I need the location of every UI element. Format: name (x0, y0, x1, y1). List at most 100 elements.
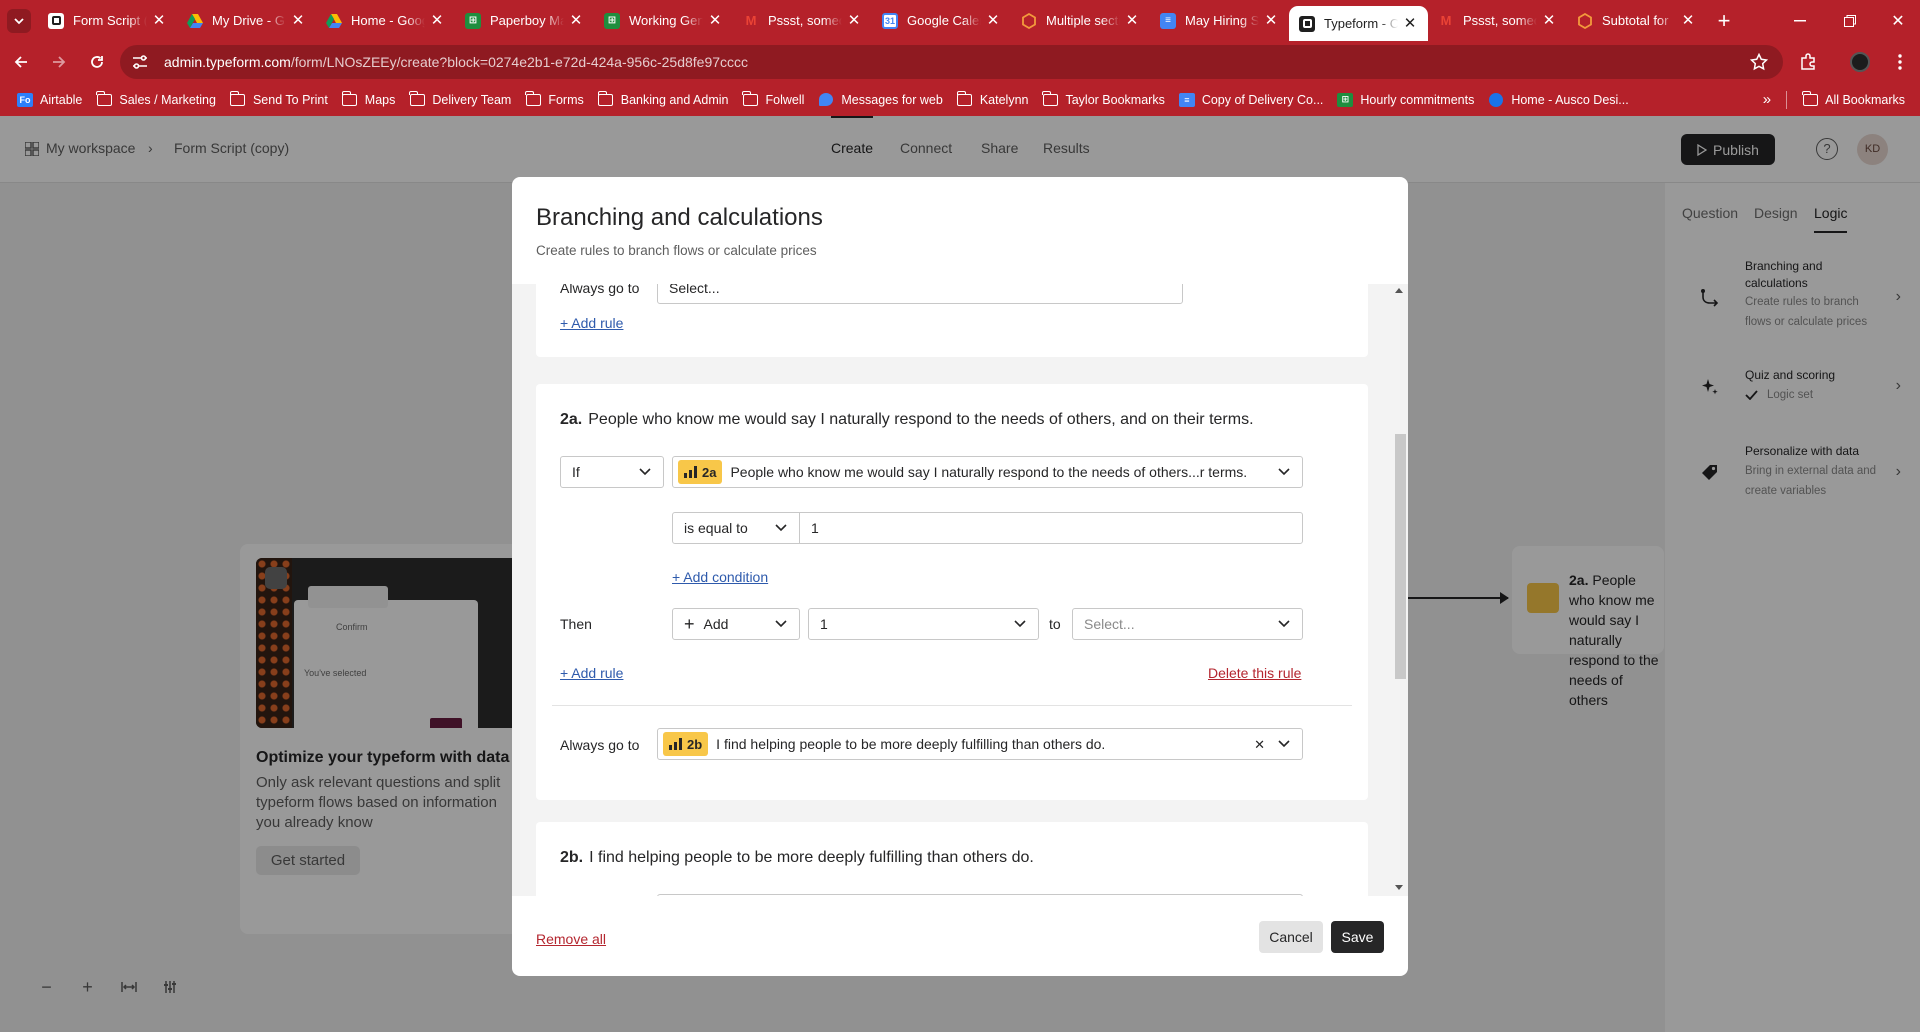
browser-tab[interactable]: ⊞ Paperboy Master ✕ (455, 0, 594, 41)
if-select[interactable]: If (560, 456, 664, 488)
close-icon[interactable]: ✕ (1402, 15, 1418, 32)
scrollbar[interactable] (1390, 284, 1408, 896)
badge-number: 2a (702, 464, 717, 480)
scroll-down-icon[interactable] (1395, 885, 1403, 890)
google-drive-icon (187, 13, 203, 29)
profile-icon[interactable] (1848, 50, 1872, 74)
reload-icon (89, 54, 105, 70)
close-icon[interactable]: ✕ (707, 12, 723, 29)
browser-tab[interactable]: ≡ May Hiring Sheet ✕ (1150, 0, 1289, 41)
target-variable-select[interactable]: Select... (1072, 608, 1303, 640)
plus-icon: + (1717, 7, 1731, 33)
chevron-down-icon (1014, 620, 1026, 628)
browser-tab[interactable]: M Pssst, someone ✕ (1428, 0, 1567, 41)
arrow-right-icon (51, 54, 67, 70)
close-icon[interactable]: ✕ (1124, 12, 1140, 29)
condition-value-input[interactable]: 1 (799, 512, 1303, 544)
chevron-down-icon (1278, 740, 1290, 748)
bookmark-folder[interactable]: Banking and Admin (591, 87, 736, 113)
close-icon[interactable]: ✕ (151, 12, 167, 29)
browser-tab[interactable]: ⊞ Working Gen ✕ (594, 0, 733, 41)
bookmark-folder[interactable]: Sales / Marketing (89, 87, 223, 113)
bookmark-sheet[interactable]: ⊞ Hourly commitments (1330, 87, 1481, 113)
site-settings-icon[interactable] (132, 55, 154, 69)
amount-select[interactable]: 1 (808, 608, 1039, 640)
browser-tab[interactable]: Form Script (copy) ✕ (38, 0, 177, 41)
minimize-button[interactable] (1776, 0, 1824, 41)
bookmark-doc[interactable]: ≡ Copy of Delivery Co... (1172, 87, 1331, 113)
close-icon[interactable]: ✕ (568, 12, 584, 29)
select-value: I find helping people to be more deeply … (716, 736, 1106, 752)
all-bookmarks-button[interactable]: All Bookmarks (1795, 87, 1912, 113)
bookmark-drive[interactable]: Home - Ausco Desi... (1481, 87, 1635, 113)
forward-button[interactable] (42, 45, 76, 79)
reload-button[interactable] (80, 45, 114, 79)
restore-button[interactable] (1826, 0, 1874, 41)
close-icon[interactable]: ✕ (846, 12, 862, 29)
bookmark-label: Delivery Team (432, 92, 512, 107)
branching-modal: Branching and calculations Create rules … (512, 177, 1408, 976)
new-tab-button[interactable]: + (1706, 8, 1742, 34)
cancel-button[interactable]: Cancel (1259, 921, 1323, 953)
close-window-button[interactable]: ✕ (1874, 0, 1920, 41)
messages-icon (818, 93, 834, 107)
bookmark-folder[interactable]: Katelynn (950, 87, 1036, 113)
always-go-to-select[interactable]: Select... (657, 284, 1183, 304)
bookmark-folder[interactable]: Send To Print (223, 87, 335, 113)
rule-question: 2a. People who know me would say I natura… (560, 411, 1254, 429)
add-condition-link[interactable]: + Add condition (672, 569, 768, 585)
menu-kebab-icon[interactable] (1888, 50, 1912, 74)
bookmark-label: Forms (548, 92, 584, 107)
add-rule-link[interactable]: + Add rule (560, 665, 623, 681)
tab-title: Pssst, someone (1463, 13, 1537, 28)
action-select[interactable]: + Add (672, 608, 800, 640)
clear-icon[interactable]: ✕ (1254, 737, 1265, 753)
close-icon[interactable]: ✕ (290, 12, 306, 29)
always-go-to-select[interactable]: 2b I find helping people to be more deep… (657, 728, 1303, 760)
if-question-select[interactable]: 2a People who know me would say I natura… (672, 456, 1303, 488)
bookmark-folder[interactable]: Maps (335, 87, 403, 113)
google-drive-icon (326, 13, 342, 29)
google-docs-icon: ≡ (1178, 92, 1195, 107)
address-bar[interactable]: admin.typeform.com/form/LNOsZEEy/create?… (120, 45, 1783, 79)
bookmark-folder[interactable]: Forms (518, 87, 590, 113)
bookmark-airtable[interactable]: Fo Airtable (10, 87, 89, 113)
close-icon[interactable]: ✕ (1263, 12, 1279, 29)
save-button[interactable]: Save (1331, 921, 1384, 953)
browser-tab[interactable]: M Pssst, someone ✕ (733, 0, 872, 41)
select-value: Select... (669, 284, 720, 296)
bookmark-label: Maps (364, 92, 396, 107)
scroll-thumb[interactable] (1395, 434, 1406, 679)
google-docs-icon: ≡ (1160, 12, 1176, 29)
close-icon[interactable]: ✕ (985, 12, 1001, 29)
browser-tab[interactable]: My Drive - Google Drive ✕ (177, 0, 316, 41)
bookmark-folder[interactable]: Delivery Team (402, 87, 518, 113)
remove-all-link[interactable]: Remove all (536, 931, 606, 947)
close-icon[interactable]: ✕ (1680, 12, 1696, 29)
browser-tab[interactable]: Multiple sections ✕ (1011, 0, 1150, 41)
bookmark-label: Folwell (765, 92, 805, 107)
add-rule-link[interactable]: + Add rule (560, 315, 623, 331)
browser-tab[interactable]: Home - Google Drive ✕ (316, 0, 455, 41)
close-icon[interactable]: ✕ (429, 12, 445, 29)
tab-title: Pssst, someone (768, 13, 842, 28)
extensions-icon[interactable] (1796, 50, 1820, 74)
bookmark-folder[interactable]: Folwell (735, 87, 811, 113)
url-host: admin.typeform.com (164, 54, 291, 70)
rule-select[interactable] (657, 894, 1303, 896)
back-button[interactable] (4, 45, 38, 79)
browser-tab-active[interactable]: Typeform - Create ✕ (1289, 6, 1428, 41)
bookmark-messages[interactable]: Messages for web (811, 87, 949, 113)
scroll-up-icon[interactable] (1395, 288, 1403, 293)
more-bookmarks-button[interactable]: » (1756, 87, 1778, 113)
browser-tab[interactable]: 31 Google Calendar ✕ (872, 0, 1011, 41)
tab-search-button[interactable] (0, 0, 38, 41)
bookmark-folder[interactable]: Taylor Bookmarks (1035, 87, 1171, 113)
star-icon[interactable] (1747, 50, 1771, 74)
close-icon[interactable]: ✕ (1541, 12, 1557, 29)
browser-tab[interactable]: Subtotal for ✕ (1567, 0, 1706, 41)
question-text: People who know me would say I naturally… (588, 411, 1254, 428)
folder-icon (956, 90, 973, 107)
delete-rule-link[interactable]: Delete this rule (1208, 665, 1301, 681)
operator-select[interactable]: is equal to (672, 512, 800, 544)
